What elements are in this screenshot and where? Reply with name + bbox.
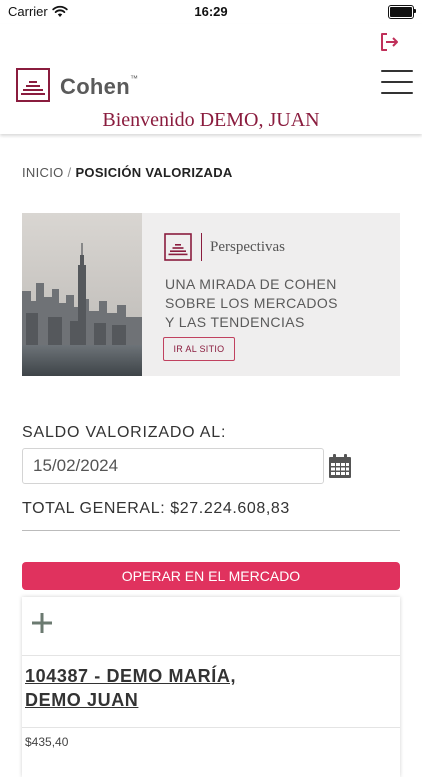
headline-line: SOBRE LOS MERCADOS xyxy=(165,295,338,311)
cohen-logo-icon xyxy=(164,233,192,261)
perspectivas-brand: Perspectivas xyxy=(164,233,364,261)
menu-icon[interactable] xyxy=(381,70,413,98)
clock: 16:29 xyxy=(194,4,228,19)
operate-market-button[interactable]: OPERAR EN EL MERCADO xyxy=(22,562,400,590)
account-card: 104387 - DEMO MARÍA, DEMO JUAN $435,40 xyxy=(22,597,400,777)
perspectivas-label: Perspectivas xyxy=(210,239,285,255)
breadcrumb-current: POSICIÓN VALORIZADA xyxy=(75,165,233,180)
card-divider xyxy=(22,727,400,728)
breadcrumb: INICIO / POSICIÓN VALORIZADA xyxy=(22,165,233,180)
total-general: TOTAL GENERAL: $27.224.608,83 xyxy=(22,500,290,517)
logout-icon[interactable] xyxy=(378,31,400,53)
account-amount: $435,40 xyxy=(25,735,69,749)
cohen-logo[interactable]: Cohen™ xyxy=(16,68,156,106)
breadcrumb-home[interactable]: INICIO xyxy=(22,165,64,180)
brand-name: Cohen™ xyxy=(60,74,139,99)
headline-line: UNA MIRADA DE COHEN xyxy=(165,276,337,292)
go-to-site-button[interactable]: IR AL SITIO xyxy=(163,337,235,361)
account-name-line: DEMO JUAN xyxy=(25,690,139,710)
date-field[interactable] xyxy=(22,448,324,484)
saldo-label: SALDO VALORIZADO AL: xyxy=(22,424,227,441)
account-name-line: 104387 - DEMO MARÍA, xyxy=(25,666,237,686)
status-bar: Carrier 16:29 xyxy=(0,0,422,24)
perspectivas-banner[interactable]: Perspectivas UNA MIRADA DE COHEN SOBRE L… xyxy=(22,213,400,376)
app-header: Cohen™ Bienvenido DEMO, JUAN xyxy=(0,24,422,134)
welcome-text: Bienvenido DEMO, JUAN xyxy=(102,109,320,131)
banner-headline: UNA MIRADA DE COHEN SOBRE LOS MERCADOS Y… xyxy=(165,275,385,332)
city-photo xyxy=(22,213,142,376)
plus-icon[interactable] xyxy=(30,611,54,635)
battery-icon xyxy=(388,5,416,19)
divider xyxy=(22,530,400,531)
headline-line: Y LAS TENDENCIAS xyxy=(165,314,305,330)
breadcrumb-separator: / xyxy=(67,165,72,180)
card-divider xyxy=(22,655,400,656)
calendar-icon[interactable] xyxy=(329,454,351,478)
account-link[interactable]: 104387 - DEMO MARÍA, DEMO JUAN xyxy=(25,664,236,712)
cohen-logo-icon xyxy=(16,68,50,102)
